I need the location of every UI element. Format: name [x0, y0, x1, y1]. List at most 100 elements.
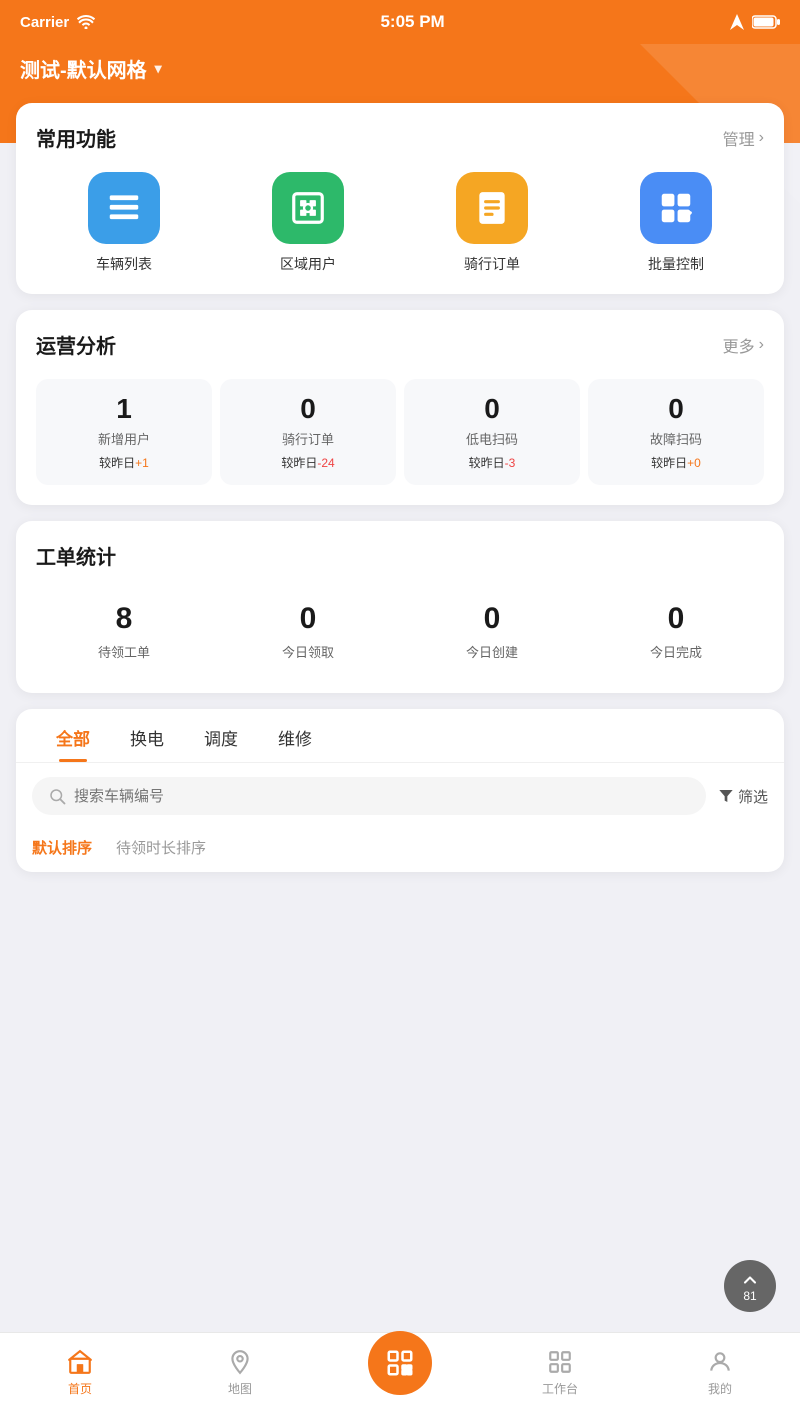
header-title-text: 测试-默认网格: [20, 54, 147, 83]
stat-fault-label: 故障扫码: [596, 429, 756, 448]
stat-low-battery-change: 较昨日-3: [412, 454, 572, 471]
chevron-right-icon: ›: [759, 129, 764, 147]
operations-more[interactable]: 更多 ›: [723, 333, 764, 357]
more-label: 更多: [723, 333, 755, 357]
nav-scan[interactable]: [360, 1351, 440, 1395]
status-right: [730, 14, 780, 30]
quick-item-vehicle-list[interactable]: 车辆列表: [36, 172, 212, 274]
riding-orders-icon: [473, 189, 511, 227]
main-content: 常用功能 管理 › 车辆列表: [0, 103, 800, 988]
battery-icon: [752, 15, 780, 29]
tab-dispatch[interactable]: 调度: [184, 709, 258, 762]
workbench-icon: [546, 1348, 574, 1376]
wo-today-done[interactable]: 0 今日完成: [588, 590, 764, 673]
filter-button[interactable]: 筛选: [718, 786, 768, 807]
work-order-title: 工单统计: [36, 541, 116, 570]
sort-default[interactable]: 默认排序: [32, 837, 92, 858]
arrow-up-icon: [740, 1270, 760, 1290]
stat-riding-change: 较昨日-24: [228, 454, 388, 471]
back-to-top-count: 81: [743, 1290, 756, 1302]
stat-new-users-change: 较昨日+1: [44, 454, 204, 471]
header-chevron-icon: ▾: [155, 60, 162, 77]
sort-waiting[interactable]: 待领时长排序: [116, 837, 206, 858]
status-left: Carrier: [20, 14, 95, 31]
status-time: 5:05 PM: [380, 12, 444, 32]
nav-map[interactable]: 地图: [200, 1348, 280, 1397]
search-row: 筛选: [16, 763, 784, 829]
vehicle-list-icon: [105, 189, 143, 227]
stat-riding-number: 0: [228, 393, 388, 425]
wo-today-claimed[interactable]: 0 今日领取: [220, 590, 396, 673]
stat-riding-orders[interactable]: 0 骑行订单 较昨日-24: [220, 379, 396, 485]
tab-repair[interactable]: 维修: [258, 709, 332, 762]
scan-icon: [385, 1348, 415, 1378]
operations-header: 运营分析 更多 ›: [36, 330, 764, 359]
wo-today-created[interactable]: 0 今日创建: [404, 590, 580, 673]
quick-functions-title: 常用功能: [36, 123, 116, 152]
stat-fault-number: 0: [596, 393, 756, 425]
stat-fault-change: 较昨日+0: [596, 454, 756, 471]
stat-fault-scan[interactable]: 0 故障扫码 较昨日+0: [588, 379, 764, 485]
zone-users-label: 区域用户: [280, 254, 336, 274]
wo-today-done-number: 0: [592, 602, 760, 636]
work-order-stats-card: 工单统计 8 待领工单 0 今日领取 0 今日创建 0 今日完成: [16, 521, 784, 693]
carrier-label: Carrier: [20, 14, 69, 31]
zone-users-icon: [289, 189, 327, 227]
wo-today-claimed-number: 0: [224, 602, 392, 636]
map-icon: [226, 1348, 254, 1376]
home-icon: [66, 1348, 94, 1376]
nav-home-label: 首页: [68, 1380, 92, 1397]
nav-home[interactable]: 首页: [40, 1348, 120, 1397]
zone-users-icon-bg: [272, 172, 344, 244]
operations-analysis-card: 运营分析 更多 › 1 新增用户 较昨日+1 0 骑行订单 较昨日-24: [16, 310, 784, 505]
wo-today-claimed-label: 今日领取: [224, 642, 392, 661]
nav-workbench-label: 工作台: [542, 1380, 578, 1397]
nav-workbench[interactable]: 工作台: [520, 1348, 600, 1397]
quick-item-riding-orders[interactable]: 骑行订单: [404, 172, 580, 274]
stat-riding-label: 骑行订单: [228, 429, 388, 448]
bottom-nav: 首页 地图: [0, 1332, 800, 1422]
stat-low-battery-label: 低电扫码: [412, 429, 572, 448]
manage-label: 管理: [723, 126, 755, 150]
sort-row: 默认排序 待领时长排序: [16, 829, 784, 872]
stat-low-battery-number: 0: [412, 393, 572, 425]
wo-today-created-label: 今日创建: [408, 642, 576, 661]
wo-today-done-label: 今日完成: [592, 642, 760, 661]
riding-orders-label: 骑行订单: [464, 254, 520, 274]
quick-functions-header: 常用功能 管理 ›: [36, 123, 764, 152]
batch-control-icon-bg: [640, 172, 712, 244]
chevron-right-icon-2: ›: [759, 336, 764, 354]
wo-pending[interactable]: 8 待领工单: [36, 590, 212, 673]
mine-icon: [706, 1348, 734, 1376]
stat-new-users-label: 新增用户: [44, 429, 204, 448]
location-icon: [730, 14, 744, 30]
search-input[interactable]: [74, 788, 690, 805]
wifi-icon: [77, 15, 95, 29]
back-to-top-button[interactable]: 81: [724, 1260, 776, 1312]
vehicle-list-icon-bg: [88, 172, 160, 244]
riding-orders-icon-bg: [456, 172, 528, 244]
workorder-grid: 8 待领工单 0 今日领取 0 今日创建 0 今日完成: [36, 590, 764, 673]
filter-label: 筛选: [738, 786, 768, 807]
header-title[interactable]: 测试-默认网格 ▾: [20, 54, 780, 83]
quick-functions-card: 常用功能 管理 › 车辆列表: [16, 103, 784, 294]
quick-item-batch-control[interactable]: 批量控制: [588, 172, 764, 274]
stat-low-battery[interactable]: 0 低电扫码 较昨日-3: [404, 379, 580, 485]
quick-functions-manage[interactable]: 管理 ›: [723, 126, 764, 150]
nav-map-label: 地图: [228, 1380, 252, 1397]
search-icon: [48, 787, 66, 805]
stat-new-users[interactable]: 1 新增用户 较昨日+1: [36, 379, 212, 485]
nav-mine-label: 我的: [708, 1380, 732, 1397]
tab-battery[interactable]: 换电: [110, 709, 184, 762]
quick-item-zone-users[interactable]: 区域用户: [220, 172, 396, 274]
nav-mine[interactable]: 我的: [680, 1348, 760, 1397]
wo-pending-number: 8: [40, 602, 208, 636]
filter-icon: [718, 788, 734, 804]
scan-button[interactable]: [368, 1331, 432, 1395]
search-input-wrap[interactable]: [32, 777, 706, 815]
tab-all[interactable]: 全部: [36, 709, 110, 762]
wo-pending-label: 待领工单: [40, 642, 208, 661]
quick-grid: 车辆列表 区域用户: [36, 172, 764, 274]
vehicle-list-label: 车辆列表: [96, 254, 152, 274]
stat-new-users-number: 1: [44, 393, 204, 425]
